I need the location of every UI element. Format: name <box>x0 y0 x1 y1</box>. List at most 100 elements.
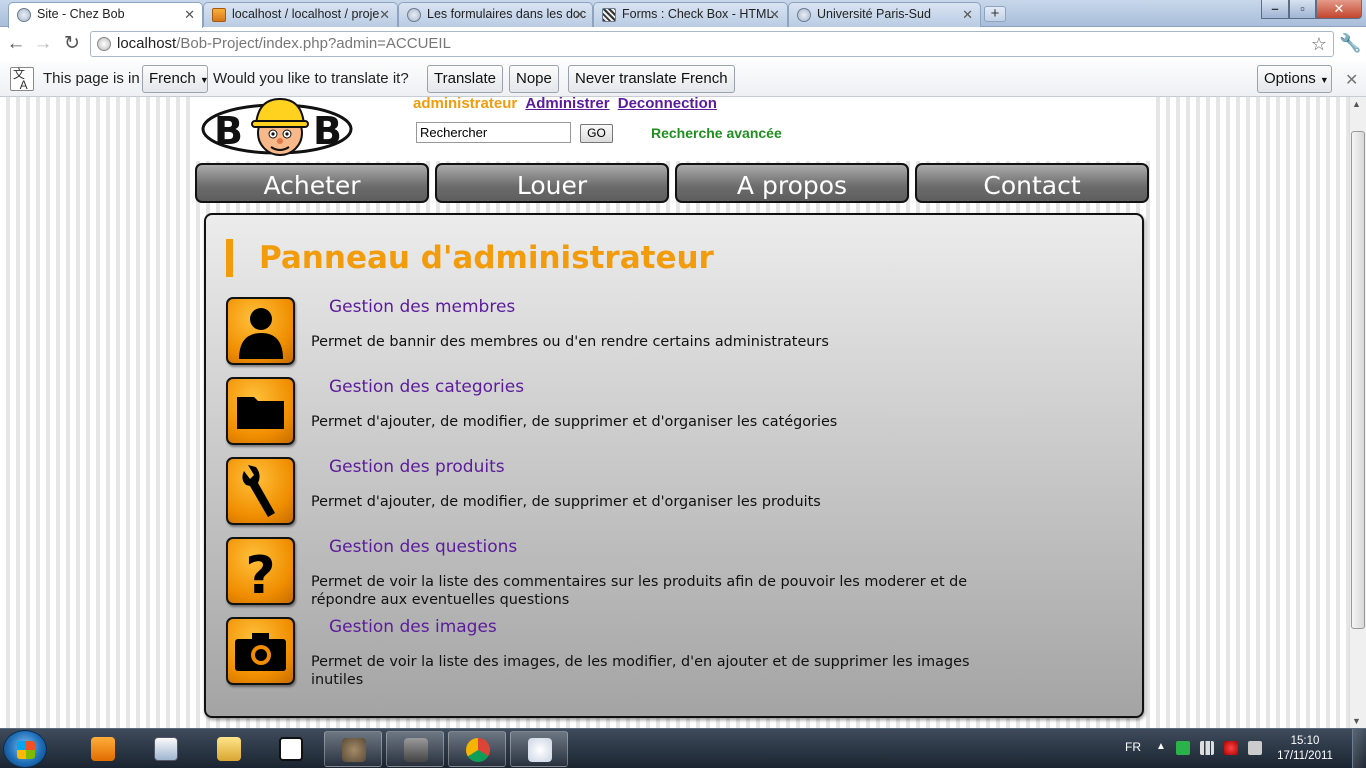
file-explorer-icon[interactable] <box>200 731 258 767</box>
show-desktop-button[interactable] <box>1352 729 1366 768</box>
nope-button[interactable]: Nope <box>509 65 559 93</box>
admin-item-description: Permet de voir la liste des commentaires… <box>311 574 968 608</box>
translate-prefix: This page is in <box>43 70 140 87</box>
admin-item-description: Permet d'ajouter, de modifier, de suppri… <box>311 414 838 430</box>
phpmyadmin-icon <box>212 8 226 22</box>
admin-item-description: Permet de bannir des membres ou d'en ren… <box>311 334 829 350</box>
admin-item-title[interactable]: Gestion des produits <box>329 457 505 477</box>
minimize-button[interactable]: – <box>1261 0 1289 19</box>
globe-icon <box>97 37 111 51</box>
paint-icon[interactable] <box>510 731 568 767</box>
tab-title: Université Paris-Sud <box>817 7 931 21</box>
tray-expand-icon[interactable]: ▲ <box>1156 741 1166 752</box>
globe-icon <box>407 8 421 22</box>
close-icon[interactable]: ✕ <box>769 3 780 26</box>
media-player-icon[interactable] <box>74 731 132 767</box>
admin-item-description: Permet de voir la liste des images, de l… <box>311 654 970 688</box>
options-label: Options <box>1264 70 1316 87</box>
administrer-link[interactable]: Administrer <box>525 97 609 112</box>
url-host: localhost <box>117 35 177 52</box>
keyboard-language[interactable]: FR <box>1125 740 1141 754</box>
translate-button[interactable]: Translate <box>427 65 503 93</box>
scroll-up-icon[interactable]: ▲ <box>1352 99 1361 109</box>
action-center-icon[interactable] <box>1248 741 1262 755</box>
browser-tab-strip: Site - Chez Bob ✕ localhost / localhost … <box>0 0 1366 28</box>
language-select[interactable]: French ▼ <box>142 65 209 93</box>
globe-icon <box>797 8 811 22</box>
tab-site-chez-bob[interactable]: Site - Chez Bob ✕ <box>8 2 203 28</box>
camera-icon[interactable] <box>226 617 295 685</box>
wrench-menu-icon[interactable]: 🔧 <box>1339 33 1361 54</box>
translate-icon: 文 A <box>10 67 34 91</box>
nav-acheter[interactable]: Acheter <box>195 163 429 203</box>
page-title: Panneau d'administrateur <box>226 239 714 277</box>
reload-icon[interactable]: ↻ <box>60 32 84 56</box>
question-icon[interactable]: ? <box>226 537 295 605</box>
tab-formulaires[interactable]: Les formulaires dans les doc ✕ <box>398 2 593 27</box>
vertical-scrollbar[interactable]: ▲ ▼ <box>1349 97 1366 728</box>
admin-item-title[interactable]: Gestion des images <box>329 617 497 637</box>
site-header: B B administrateur Administrer Deconnect… <box>195 97 1153 161</box>
document-app-icon[interactable] <box>137 731 195 767</box>
nav-a-propos[interactable]: A propos <box>675 163 909 203</box>
chevron-down-icon: ▼ <box>199 75 209 85</box>
admin-item-produits: Gestion des produits Permet d'ajouter, d… <box>226 457 1106 529</box>
download-app-icon[interactable] <box>386 731 444 767</box>
chrome-icon[interactable] <box>448 731 506 767</box>
gimp-icon[interactable] <box>324 731 382 767</box>
url-text: localhost/Bob-Project/index.php?admin=AC… <box>117 32 451 56</box>
address-bar[interactable]: localhost/Bob-Project/index.php?admin=AC… <box>90 31 1334 57</box>
window-close-button[interactable]: ✕ <box>1316 0 1362 19</box>
tab-title: localhost / localhost / proje <box>232 7 380 21</box>
admin-item-title[interactable]: Gestion des questions <box>329 537 517 557</box>
tray-app-icon[interactable] <box>1176 741 1190 755</box>
tab-phpmyadmin[interactable]: localhost / localhost / proje ✕ <box>203 2 398 27</box>
close-icon[interactable]: ✕ <box>962 3 973 26</box>
close-icon[interactable]: ✕ <box>574 3 585 26</box>
wrench-icon[interactable] <box>226 457 295 525</box>
url-path: /Bob-Project/index.php?admin=ACCUEIL <box>176 35 451 52</box>
bookmark-star-icon[interactable]: ☆ <box>1311 34 1327 55</box>
admin-panel: Panneau d'administrateur Gestion des mem… <box>204 213 1144 718</box>
advanced-search-link[interactable]: Recherche avancée <box>651 125 782 141</box>
new-tab-button[interactable]: + <box>984 6 1006 22</box>
options-button[interactable]: Options ▼ <box>1257 65 1332 93</box>
volume-muted-icon[interactable] <box>1224 741 1238 755</box>
admin-item-membres: Gestion des membres Permet de bannir des… <box>226 297 1106 369</box>
windows-taskbar: FR ▲ 15:10 17/11/2011 <box>0 728 1366 768</box>
svg-text:B: B <box>313 109 342 153</box>
admin-item-title[interactable]: Gestion des categories <box>329 377 524 397</box>
site-icon <box>602 8 616 22</box>
deconnection-link[interactable]: Deconnection <box>618 97 717 112</box>
tab-forms-checkbox[interactable]: Forms : Check Box - HTML ✕ <box>593 2 788 27</box>
user-icon[interactable] <box>226 297 295 365</box>
scrollbar-thumb[interactable] <box>1351 131 1365 629</box>
admin-item-title[interactable]: Gestion des membres <box>329 297 515 317</box>
bob-app-icon[interactable] <box>262 731 320 767</box>
search-input[interactable] <box>416 122 571 143</box>
svg-text:B: B <box>214 109 243 153</box>
clock-date: 17/11/2011 <box>1277 750 1333 762</box>
chevron-down-icon: ▼ <box>1319 75 1329 85</box>
bob-logo[interactable]: B B <box>200 97 355 157</box>
translate-infobar: 文 A This page is in French ▼ Would you l… <box>0 61 1366 97</box>
tab-universite-paris-sud[interactable]: Université Paris-Sud ✕ <box>788 2 981 27</box>
never-translate-button[interactable]: Never translate French <box>568 65 735 93</box>
close-icon[interactable]: ✕ <box>184 3 195 26</box>
start-button[interactable] <box>3 730 47 768</box>
taskbar-clock[interactable]: 15:10 17/11/2011 <box>1270 734 1340 764</box>
scroll-down-icon[interactable]: ▼ <box>1352 716 1361 726</box>
maximize-button[interactable]: ▫ <box>1289 0 1316 19</box>
back-arrow-icon[interactable]: ← <box>4 32 28 56</box>
windows-logo-icon <box>17 741 35 759</box>
browser-toolbar: ← → ↻ localhost/Bob-Project/index.php?ad… <box>0 27 1366 61</box>
folder-icon[interactable] <box>226 377 295 445</box>
close-icon[interactable]: ✕ <box>379 3 390 26</box>
user-links: administrateur Administrer Deconnection <box>413 97 717 112</box>
nav-louer[interactable]: Louer <box>435 163 669 203</box>
nav-contact[interactable]: Contact <box>915 163 1149 203</box>
network-signal-icon[interactable] <box>1200 741 1214 755</box>
search-go-button[interactable]: GO <box>580 124 613 143</box>
close-icon[interactable]: ✕ <box>1345 70 1358 90</box>
forward-arrow-icon[interactable]: → <box>31 32 55 56</box>
